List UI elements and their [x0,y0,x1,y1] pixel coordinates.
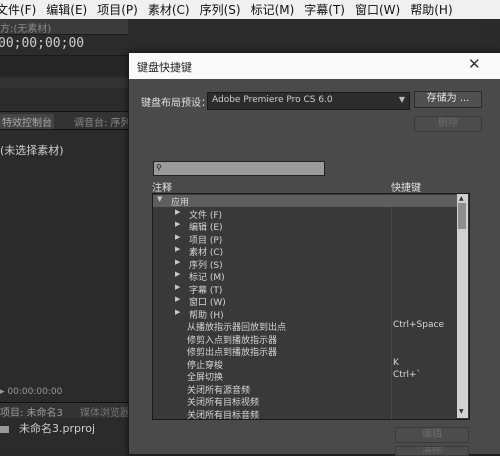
shortcut-row[interactable]: ▼ 应用 [153,195,457,208]
tab-audio-mixer[interactable]: 调音台: 序列 [74,114,131,129]
shortcut-row[interactable]: ▶ 字幕 (T) [153,283,457,296]
dialog-titlebar: 键盘快捷键 ✕ [129,53,500,79]
shortcut-command-label: 关闭所有目标视频 [187,398,260,408]
edit-button[interactable]: 编辑 [395,427,469,443]
shortcut-row[interactable]: 修剪入点到播放指示器 [153,333,457,346]
shortcut-row[interactable]: ▶ 标记 (M) [153,270,457,283]
project-panel-tabs: 项目: 未命名3 媒体浏览器 [0,402,130,419]
project-file-name: 未命名3.prproj [19,422,96,435]
search-icon: ⚲ [156,163,162,172]
shortcut-key-label: K [393,357,399,368]
shortcut-key-label: Ctrl+Space [393,320,444,330]
shortcut-row[interactable]: ▶ 帮助 (H) [153,308,457,321]
shortcut-command-label: 应用 [171,198,190,208]
shortcut-row[interactable]: ▶ 素材 (C) [153,245,457,258]
shortcut-command-label: 全屏切换 [187,373,224,383]
shortcut-list: ▼ 应用 ▶ 文件 (F) ▶ 编辑 (E) ▶ 项目 (P) ▶ 素材 (C) ▶ 序列 (S) ▶ 标… [152,193,470,420]
scroll-up-icon[interactable]: ▲ [459,195,464,202]
shortcut-key-label: Ctrl+` [393,370,422,380]
source-controls [0,55,128,76]
menu-item[interactable]: 窗口(W) [350,1,405,18]
expand-down-icon[interactable]: ▼ [157,195,162,203]
column-header-command[interactable]: 注释 [152,179,172,194]
tab-effect-controls[interactable]: 特效控制台 [0,114,54,129]
menu-item[interactable]: 项目(P) [92,1,143,18]
shortcut-row[interactable]: 从播放指示器回放到出点 Ctrl+Space [153,320,457,333]
shortcut-command-label: 修剪入点到播放指示器 [187,335,278,346]
expand-right-icon[interactable]: ▶ [175,283,180,291]
shortcut-row[interactable]: 关闭所有源音频 [153,383,457,396]
shortcut-command-label: 关闭所有目标音频 [187,410,260,420]
menu-item[interactable]: 帮助(H) [405,1,457,18]
column-header-shortcut[interactable]: 快捷键 [391,179,421,194]
expand-right-icon[interactable]: ▶ [175,245,180,253]
shortcut-command-label: 标记 (M) [189,273,225,283]
expand-right-icon[interactable]: ▶ [175,208,180,216]
shortcut-command-label: 编辑 (E) [189,223,223,233]
save-as-button[interactable]: 存储为 ... [414,91,482,108]
shortcut-row[interactable]: ▶ 序列 (S) [153,258,457,271]
no-clip-selected-text: (未选择素材) [0,144,64,157]
menu-bar: 文件(F) 编辑(E) 项目(P) 素材(C) 序列(S) 标记(M) 字幕(T) 窗口(W)… [0,0,500,19]
shortcut-command-label: 关闭所有源音频 [187,385,251,396]
tab-project[interactable]: 项目: 未命名3 [0,404,63,419]
shortcut-row[interactable]: ▶ 文件 (F) [153,208,457,221]
delete-preset-button[interactable]: 删除 [414,116,482,132]
chevron-down-icon: ▼ [398,95,405,104]
tab-media-browser[interactable]: 媒体浏览器 [80,404,130,419]
shortcut-command-label: 项目 (P) [189,235,223,246]
dialog-title: 键盘快捷键 [137,61,192,74]
expand-right-icon[interactable]: ▶ [175,233,180,241]
scroll-down-icon[interactable]: ▼ [459,408,464,415]
shortcut-row[interactable]: ▶ 编辑 (E) [153,220,457,233]
effects-panel-tabs: 特效控制台 调音台: 序列 [0,111,131,130]
shortcut-command-label: 序列 (S) [189,260,223,271]
close-icon[interactable]: ✕ [468,55,481,73]
menu-item[interactable]: 文件(F) [0,1,41,18]
shortcut-command-label: 停止穿梭 [187,360,224,371]
menu-item[interactable]: 编辑(E) [41,1,92,18]
source-panel-tabs: 方:(无素材) [0,19,128,35]
source-scrub-bar[interactable] [0,78,128,88]
project-file-item[interactable]: 未命名3.prproj [0,420,95,436]
list-scrollbar[interactable]: ▲ ▼ [457,194,468,418]
clear-button[interactable]: 清除 [395,446,469,456]
shortcut-row[interactable]: ▶ 项目 (P) [153,233,457,246]
shortcut-command-label: 素材 (C) [189,248,224,258]
search-input[interactable]: ⚲ [153,161,325,176]
shortcut-row[interactable]: 停止穿梭 K [153,357,457,371]
effects-timecode: ▸ 00:00:00:00 [0,387,62,397]
shortcut-command-label: 从播放指示器回放到出点 [187,323,287,333]
keyboard-shortcuts-dialog: 键盘快捷键 ✕ 键盘布局预设： Adobe Premiere Pro CS 6.… [128,52,500,456]
menu-item[interactable]: 字幕(T) [299,1,350,18]
menu-item[interactable]: 标记(M) [246,1,300,18]
source-timecode: 00;00;00;00 [0,36,85,51]
shortcut-row[interactable]: ▶ 窗口 (W) [153,295,457,308]
preset-value: Adobe Premiere Pro CS 6.0 [212,95,333,105]
shortcut-row[interactable]: 关闭所有目标音频 [153,408,457,420]
tab-source[interactable]: 方:(无素材) [0,20,51,35]
expand-right-icon[interactable]: ▶ [175,270,180,278]
preset-label: 键盘布局预设： [141,98,211,109]
expand-right-icon[interactable]: ▶ [175,295,180,303]
shortcut-command-label: 修剪出点到播放指示器 [187,348,278,358]
effects-timecode-value: 00:00:00:00 [7,387,63,397]
shortcut-command-label: 字幕 (T) [189,285,223,296]
expand-right-icon[interactable]: ▶ [175,258,180,266]
expand-right-icon[interactable]: ▶ [175,308,180,316]
preset-select[interactable]: Adobe Premiere Pro CS 6.0 ▼ [207,92,410,110]
shortcut-command-label: 帮助 (H) [189,310,224,321]
project-file-icon [0,425,9,433]
menu-item[interactable]: 素材(C) [143,1,195,18]
shortcut-row[interactable]: 全屏切换 Ctrl+` [153,370,457,383]
shortcut-row[interactable]: 修剪出点到播放指示器 [153,345,457,358]
shortcut-command-label: 文件 (F) [189,210,223,221]
shortcut-row[interactable]: 关闭所有目标视频 [153,395,457,408]
expand-right-icon[interactable]: ▶ [175,220,180,228]
shortcut-command-label: 窗口 (W) [189,298,226,308]
menu-item[interactable]: 序列(S) [195,1,246,18]
scroll-thumb[interactable] [458,203,466,229]
